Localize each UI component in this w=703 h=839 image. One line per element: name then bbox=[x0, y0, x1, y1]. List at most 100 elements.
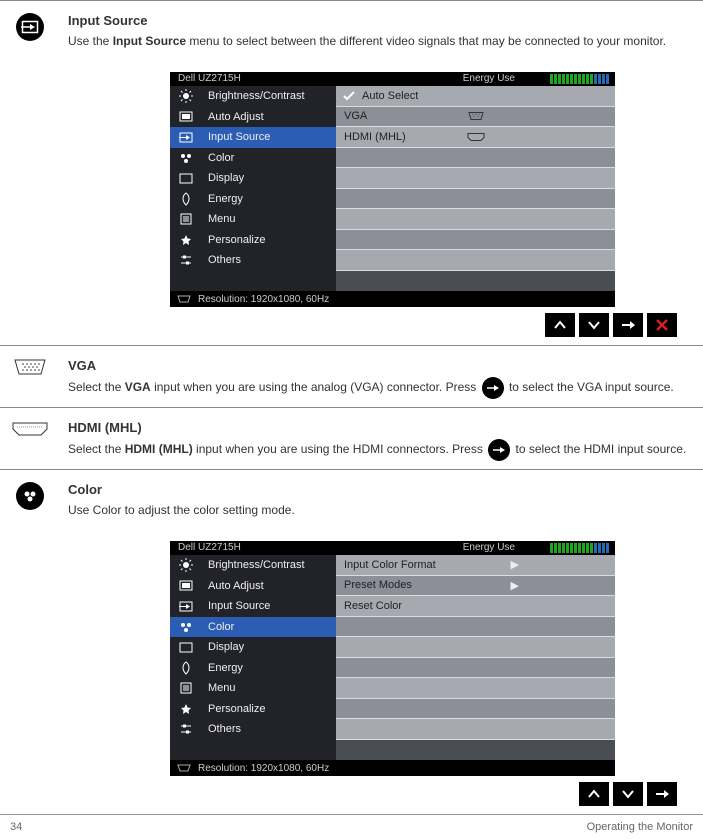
osd-menu-item[interactable]: Color bbox=[202, 148, 336, 169]
nav-enter-button[interactable] bbox=[613, 313, 643, 337]
osd-value-text: Input Color Format bbox=[344, 559, 436, 571]
enter-icon bbox=[482, 377, 504, 399]
osd-value-row bbox=[336, 189, 615, 210]
auto-adjust-icon bbox=[170, 576, 202, 597]
osd-menu-item[interactable]: Menu bbox=[202, 209, 336, 230]
energy-meter-icon bbox=[550, 543, 609, 553]
section-content: VGA Select the VGA input when you are us… bbox=[60, 354, 703, 407]
desc-text: Select the bbox=[68, 380, 125, 394]
menu-icon bbox=[170, 678, 202, 699]
osd-menu-color: Dell UZ2715H Energy Use Brightness/Contr… bbox=[170, 541, 615, 776]
nav-close-button[interactable] bbox=[647, 313, 677, 337]
page-number: 34 bbox=[10, 821, 22, 833]
left-icon-cell bbox=[0, 478, 60, 510]
personalize-icon bbox=[170, 230, 202, 251]
nav-down-button[interactable] bbox=[579, 313, 609, 337]
osd-value-row bbox=[336, 678, 615, 699]
osd-value-column: Input Color Format ▶ Preset Modes ▶ Rese… bbox=[336, 555, 615, 760]
osd-menu-item[interactable]: Others bbox=[202, 719, 336, 740]
section-desc: Select the HDMI (MHL) input when you are… bbox=[68, 439, 695, 461]
osd-value-text: Preset Modes bbox=[344, 579, 412, 591]
osd-value-row[interactable]: Input Color Format ▶ bbox=[336, 555, 615, 576]
osd-footer: Resolution: 1920x1080, 60Hz bbox=[170, 291, 615, 307]
osd-value-text: VGA bbox=[344, 110, 367, 122]
section-title: VGA bbox=[68, 358, 695, 373]
osd-body: Brightness/Contrast Auto Adjust Input So… bbox=[170, 555, 615, 760]
osd-value-row bbox=[336, 168, 615, 189]
nav-up-button[interactable] bbox=[545, 313, 575, 337]
osd-value-row[interactable]: Auto Select bbox=[336, 86, 615, 107]
section-desc: Use the Input Source menu to select betw… bbox=[68, 32, 695, 50]
desc-bold: VGA bbox=[125, 380, 151, 394]
left-icon-cell bbox=[0, 354, 60, 376]
osd-brand: Dell UZ2715H bbox=[178, 73, 241, 84]
osd-menu-item-selected[interactable]: Input Source bbox=[202, 127, 336, 148]
input-source-icon bbox=[170, 127, 202, 148]
osd-value-row[interactable]: Preset Modes ▶ bbox=[336, 576, 615, 597]
osd-menu-item[interactable]: Auto Adjust bbox=[202, 107, 336, 128]
desc-text: input when you are using the analog (VGA… bbox=[154, 380, 480, 394]
osd-value-row bbox=[336, 719, 615, 740]
desc-text: Use the bbox=[68, 34, 113, 48]
osd-menu-item[interactable]: Input Source bbox=[202, 596, 336, 617]
brightness-icon bbox=[170, 86, 202, 107]
spacer bbox=[170, 740, 202, 761]
osd-value-column: Auto Select VGA HDMI (MHL) bbox=[336, 86, 615, 291]
osd-value-row bbox=[336, 209, 615, 230]
osd-icon-column bbox=[170, 86, 202, 291]
hdmi-port-icon bbox=[11, 420, 49, 438]
osd-menu-item bbox=[202, 740, 336, 761]
desc-bold: HDMI (MHL) bbox=[125, 442, 193, 456]
auto-adjust-icon bbox=[170, 107, 202, 128]
osd-label-column: Brightness/Contrast Auto Adjust Input So… bbox=[202, 555, 336, 760]
osd-menu-item[interactable]: Energy bbox=[202, 658, 336, 679]
osd-header: Dell UZ2715H Energy Use bbox=[170, 72, 615, 86]
others-icon bbox=[170, 250, 202, 271]
color-icon bbox=[170, 148, 202, 169]
vga-port-icon bbox=[11, 358, 49, 376]
osd-menu-item[interactable]: Auto Adjust bbox=[202, 576, 336, 597]
input-source-icon bbox=[16, 13, 44, 41]
osd-menu-item-selected[interactable]: Color bbox=[202, 617, 336, 638]
osd-value-text: Auto Select bbox=[362, 90, 418, 102]
desc-text: to select the HDMI input source. bbox=[516, 442, 687, 456]
section-content: HDMI (MHL) Select the HDMI (MHL) input w… bbox=[60, 416, 703, 469]
osd-value-text: HDMI (MHL) bbox=[344, 131, 406, 143]
osd-value-text: Reset Color bbox=[344, 600, 402, 612]
osd-menu-item[interactable]: Energy bbox=[202, 189, 336, 210]
section-content: Color Use Color to adjust the color sett… bbox=[60, 478, 703, 527]
osd-value-row[interactable]: Reset Color bbox=[336, 596, 615, 617]
osd-menu-item[interactable]: Personalize bbox=[202, 230, 336, 251]
osd-value-row[interactable]: VGA bbox=[336, 107, 615, 128]
osd-menu-item[interactable]: Personalize bbox=[202, 699, 336, 720]
osd-menu-item[interactable]: Display bbox=[202, 637, 336, 658]
osd-menu-item[interactable]: Brightness/Contrast bbox=[202, 86, 336, 107]
check-icon bbox=[342, 90, 356, 102]
page-section-label: Operating the Monitor bbox=[587, 821, 693, 833]
osd-menu-item[interactable]: Menu bbox=[202, 678, 336, 699]
brightness-icon bbox=[170, 555, 202, 576]
nav-down-button[interactable] bbox=[613, 782, 643, 806]
vga-port-icon bbox=[467, 112, 485, 121]
osd-energy-label: Energy Use bbox=[463, 73, 515, 84]
spacer bbox=[170, 271, 202, 292]
left-icon-cell bbox=[0, 416, 60, 438]
nav-enter-button[interactable] bbox=[647, 782, 677, 806]
page: Input Source Use the Input Source menu t… bbox=[0, 0, 703, 839]
section-title: Input Source bbox=[68, 13, 695, 28]
section-desc: Use Color to adjust the color setting mo… bbox=[68, 501, 695, 519]
osd-footer: Resolution: 1920x1080, 60Hz bbox=[170, 760, 615, 776]
osd-menu-item[interactable]: Brightness/Contrast bbox=[202, 555, 336, 576]
menu-icon bbox=[170, 209, 202, 230]
osd-value-row bbox=[336, 148, 615, 169]
nav-up-button[interactable] bbox=[579, 782, 609, 806]
osd-value-row bbox=[336, 637, 615, 658]
osd-value-row[interactable]: HDMI (MHL) bbox=[336, 127, 615, 148]
osd-value-row bbox=[336, 271, 615, 292]
osd-menu-item[interactable]: Others bbox=[202, 250, 336, 271]
osd-energy-label: Energy Use bbox=[463, 542, 515, 553]
osd-menu-item[interactable]: Display bbox=[202, 168, 336, 189]
vga-port-icon bbox=[176, 295, 192, 303]
vga-port-icon bbox=[176, 764, 192, 772]
enter-icon bbox=[488, 439, 510, 461]
